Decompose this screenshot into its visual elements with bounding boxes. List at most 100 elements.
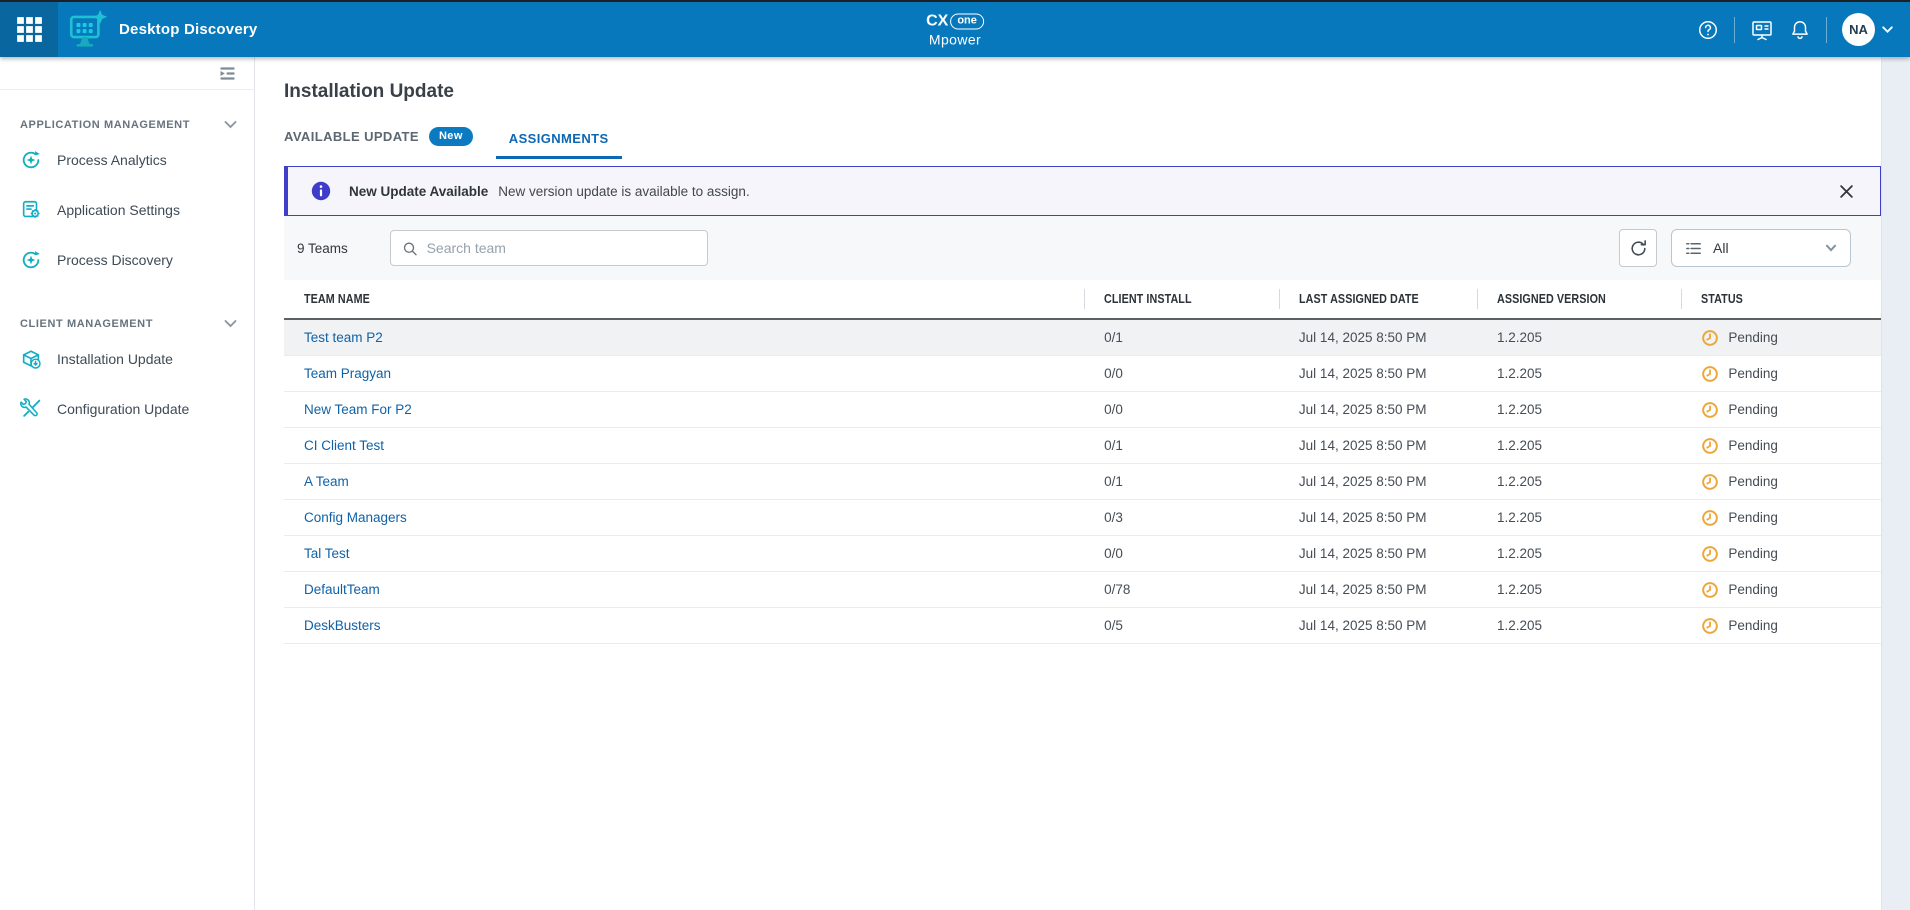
column-header-status: STATUS: [1681, 290, 1881, 308]
table-row: Tal Test 0/0 Jul 14, 2025 8:50 PM 1.2.20…: [284, 536, 1881, 572]
last-assigned-date-cell: Jul 14, 2025 8:50 PM: [1279, 474, 1477, 489]
chevron-down-icon: [1881, 23, 1894, 36]
team-name-link[interactable]: Test team P2: [284, 330, 1084, 345]
table-row: DeskBusters 0/5 Jul 14, 2025 8:50 PM 1.2…: [284, 608, 1881, 644]
team-name-link[interactable]: DeskBusters: [284, 618, 1084, 633]
presentation-button[interactable]: [1750, 18, 1774, 42]
status-cell: Pending: [1681, 509, 1881, 527]
assignments-table: TEAM NAME CLIENT INSTALL LAST ASSIGNED D…: [284, 280, 1881, 644]
search-input[interactable]: [427, 240, 696, 256]
last-assigned-date-cell: Jul 14, 2025 8:50 PM: [1279, 330, 1477, 345]
bell-icon: [1789, 19, 1811, 41]
new-badge: New: [429, 127, 473, 146]
table-row: Config Managers 0/3 Jul 14, 2025 8:50 PM…: [284, 500, 1881, 536]
topbar: Desktop Discovery CX one Mpower: [0, 0, 1910, 57]
help-button[interactable]: [1697, 19, 1719, 41]
tab-available-update[interactable]: AVAILABLE UPDATE New: [284, 127, 473, 159]
sidebar-header: [0, 57, 254, 90]
sidebar-item-label: Installation Update: [57, 351, 173, 367]
notifications-button[interactable]: [1789, 19, 1811, 41]
page-title: Installation Update: [284, 81, 1881, 103]
application-settings-icon: [20, 199, 42, 221]
table-row: Team Pragyan 0/0 Jul 14, 2025 8:50 PM 1.…: [284, 356, 1881, 392]
column-header-last-assigned-date: LAST ASSIGNED DATE: [1279, 290, 1477, 308]
last-assigned-date-cell: Jul 14, 2025 8:50 PM: [1279, 366, 1477, 381]
sidebar-item-configuration-update[interactable]: Configuration Update: [0, 387, 254, 431]
client-install-cell: 0/1: [1084, 330, 1279, 345]
sidebar-item-label: Configuration Update: [57, 401, 189, 417]
list-filter-icon: [1684, 239, 1703, 258]
client-install-cell: 0/0: [1084, 546, 1279, 561]
topbar-actions: NA: [1697, 13, 1910, 46]
main-content: Installation Update AVAILABLE UPDATE New…: [255, 57, 1881, 910]
installation-update-icon: [20, 348, 42, 370]
sidebar-item-application-settings[interactable]: Application Settings: [0, 188, 254, 232]
sidebar-item-process-discovery[interactable]: Process Discovery: [0, 238, 254, 282]
pending-clock-icon: [1701, 329, 1719, 347]
app-launcher-button[interactable]: [0, 2, 58, 57]
teams-count: 9 Teams: [297, 241, 390, 256]
sidebar-collapse-button[interactable]: [217, 63, 238, 84]
banner-close-button[interactable]: [1839, 184, 1854, 199]
waffle-icon: [16, 16, 43, 43]
team-name-link[interactable]: New Team For P2: [284, 402, 1084, 417]
assigned-version-cell: 1.2.205: [1477, 582, 1681, 597]
status-label: Pending: [1728, 402, 1778, 417]
status-label: Pending: [1728, 546, 1778, 561]
sidebar-section-application-management[interactable]: APPLICATION MANAGEMENT: [20, 117, 238, 132]
team-search: [390, 230, 708, 266]
last-assigned-date-cell: Jul 14, 2025 8:50 PM: [1279, 438, 1477, 453]
pending-clock-icon: [1701, 473, 1719, 491]
app-title: Desktop Discovery: [119, 21, 257, 38]
last-assigned-date-cell: Jul 14, 2025 8:50 PM: [1279, 582, 1477, 597]
tab-label: AVAILABLE UPDATE: [284, 129, 419, 144]
logo-cx: CX: [926, 13, 948, 29]
section-label: APPLICATION MANAGEMENT: [20, 119, 190, 131]
status-cell: Pending: [1681, 437, 1881, 455]
team-name-link[interactable]: CI Client Test: [284, 438, 1084, 453]
desktop-discovery-icon: [66, 9, 108, 51]
team-name-link[interactable]: Team Pragyan: [284, 366, 1084, 381]
sidebar-item-installation-update[interactable]: Installation Update: [0, 337, 254, 381]
sidebar-item-label: Process Discovery: [57, 252, 173, 268]
team-name-link[interactable]: A Team: [284, 474, 1084, 489]
client-install-cell: 0/78: [1084, 582, 1279, 597]
topbar-divider: [1734, 17, 1735, 43]
info-banner: New Update Available New version update …: [284, 166, 1881, 216]
last-assigned-date-cell: Jul 14, 2025 8:50 PM: [1279, 510, 1477, 525]
status-label: Pending: [1728, 474, 1778, 489]
section-label: CLIENT MANAGEMENT: [20, 318, 153, 330]
configuration-update-icon: [20, 398, 42, 420]
chevron-down-icon: [1824, 241, 1838, 255]
status-filter-dropdown[interactable]: All: [1671, 229, 1851, 267]
assigned-version-cell: 1.2.205: [1477, 618, 1681, 633]
client-install-cell: 0/5: [1084, 618, 1279, 633]
pending-clock-icon: [1701, 437, 1719, 455]
team-name-link[interactable]: Tal Test: [284, 546, 1084, 561]
assigned-version-cell: 1.2.205: [1477, 510, 1681, 525]
assigned-version-cell: 1.2.205: [1477, 438, 1681, 453]
client-install-cell: 0/0: [1084, 402, 1279, 417]
column-header-assigned-version: ASSIGNED VERSION: [1477, 290, 1681, 308]
user-menu-button[interactable]: NA: [1842, 13, 1894, 46]
team-name-link[interactable]: DefaultTeam: [284, 582, 1084, 597]
pending-clock-icon: [1701, 581, 1719, 599]
table-body: Test team P2 0/1 Jul 14, 2025 8:50 PM 1.…: [284, 320, 1881, 644]
tab-assignments[interactable]: ASSIGNMENTS: [509, 131, 609, 159]
banner-message: New version update is available to assig…: [498, 184, 749, 199]
filter-selected-value: All: [1713, 240, 1729, 256]
app-root: Desktop Discovery CX one Mpower: [0, 0, 1910, 910]
team-name-link[interactable]: Config Managers: [284, 510, 1084, 525]
assigned-version-cell: 1.2.205: [1477, 366, 1681, 381]
sidebar-section-client-management[interactable]: CLIENT MANAGEMENT: [20, 316, 238, 331]
status-label: Pending: [1728, 618, 1778, 633]
table-row: New Team For P2 0/0 Jul 14, 2025 8:50 PM…: [284, 392, 1881, 428]
topbar-divider: [1826, 17, 1827, 43]
status-cell: Pending: [1681, 545, 1881, 563]
sidebar-item-process-analytics[interactable]: Process Analytics: [0, 138, 254, 182]
status-cell: Pending: [1681, 365, 1881, 383]
table-header-row: TEAM NAME CLIENT INSTALL LAST ASSIGNED D…: [284, 280, 1881, 320]
process-analytics-icon: [20, 149, 42, 171]
assigned-version-cell: 1.2.205: [1477, 402, 1681, 417]
refresh-button[interactable]: [1619, 229, 1657, 267]
